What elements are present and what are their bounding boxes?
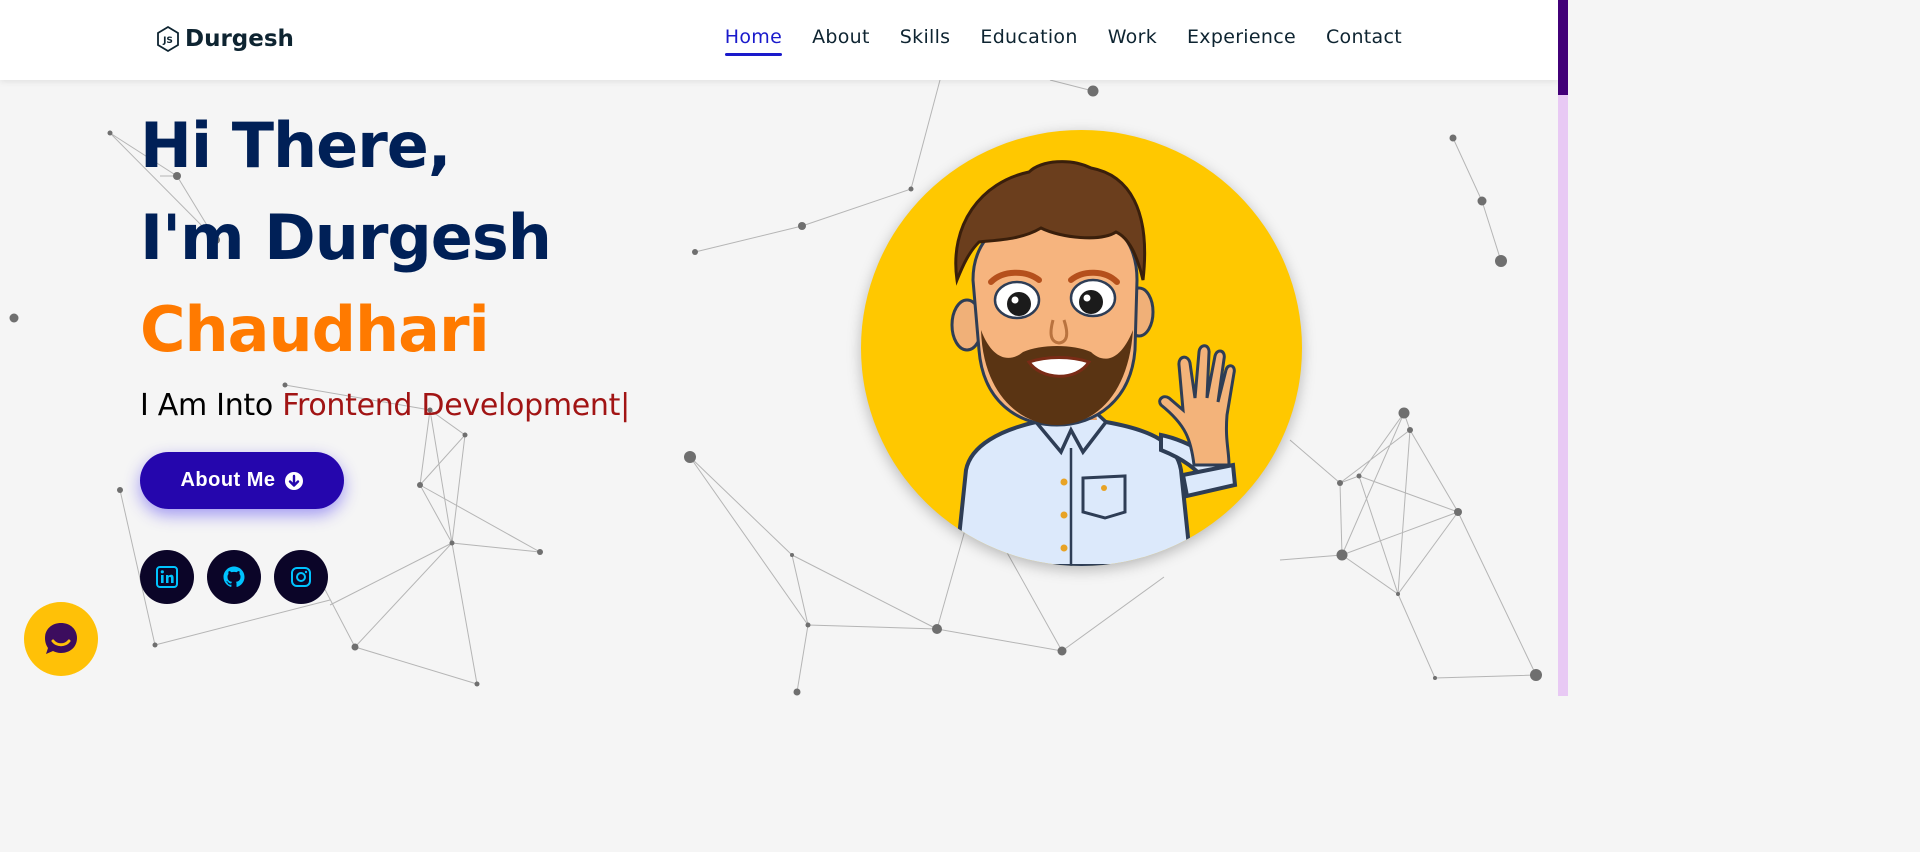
about-me-button[interactable]: About Me [140,452,344,509]
chat-widget-button[interactable] [24,602,98,676]
linkedin-icon [156,566,178,588]
social-links [140,550,328,604]
top-navbar: JS Durgesh Home About Skills Education W… [0,0,1558,80]
typed-text: Frontend Development| [282,388,630,423]
scrollbar-thumb[interactable] [1558,0,1568,95]
svg-text:JS: JS [162,36,173,46]
chat-bubble-icon [45,623,77,654]
nodejs-hexagon-icon: JS [157,25,179,53]
linkedin-link[interactable] [140,550,194,604]
hero-greeting: Hi There, [140,109,451,182]
nav-item-home[interactable]: Home [724,26,783,56]
nav-item-experience[interactable]: Experience [1187,26,1296,56]
instagram-icon [291,567,311,587]
nav-item-work[interactable]: Work [1108,26,1157,56]
hero-section: Hi There, I'm Durgesh Chaudhari I Am Int… [140,100,630,604]
waving-cartoon-avatar [950,160,1238,566]
nav-item-about[interactable]: About [812,26,870,56]
tagline-prefix: I Am Into [140,388,283,423]
github-link[interactable] [207,550,261,604]
brand-name: Durgesh [185,26,294,52]
arrow-circle-down-icon [284,471,303,490]
nav-item-skills[interactable]: Skills [900,26,951,56]
nav-item-education[interactable]: Education [980,26,1077,56]
page-scrollbar[interactable] [1558,0,1568,696]
hero-tagline: I Am Into Frontend Development| [140,388,630,423]
instagram-link[interactable] [274,550,328,604]
about-me-label: About Me [180,469,276,491]
nav-item-contact[interactable]: Contact [1326,26,1402,56]
github-icon [223,566,245,587]
hero-name: I'm Durgesh [140,201,552,274]
main-nav: Home About Skills Education Work Experie… [724,26,1402,56]
brand-logo-link[interactable]: JS Durgesh [155,22,294,56]
profile-avatar [861,130,1302,566]
hero-surname: Chaudhari [140,293,490,366]
